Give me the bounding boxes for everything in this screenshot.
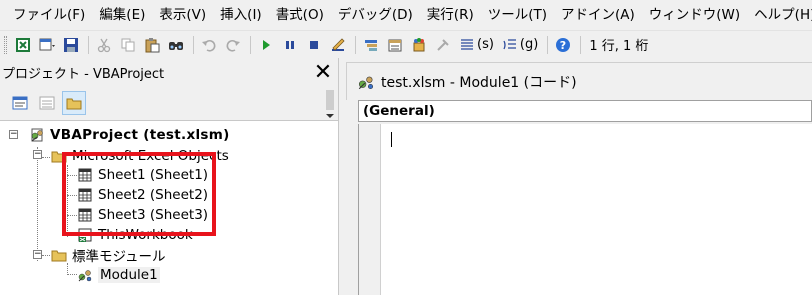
design-mode-icon[interactable] (327, 34, 349, 56)
tree-node-vbaproject[interactable]: VBAProject (test.xlsm) (28, 125, 230, 145)
code-window-title: test.xlsm - Module1 (コード) (381, 74, 577, 91)
toolbar-separator (193, 35, 194, 54)
menu-format[interactable]: 書式(O) (269, 0, 331, 30)
module-icon (76, 267, 94, 283)
toolbox-icon[interactable] (432, 34, 454, 56)
project-explorer-icon[interactable] (360, 34, 382, 56)
tree-line (42, 157, 50, 158)
folder-icon (50, 247, 68, 263)
view-code-icon[interactable] (8, 91, 32, 115)
object-browser-icon[interactable] (408, 34, 430, 56)
view-object-icon[interactable] (35, 91, 59, 115)
toolbar-separator (547, 35, 549, 54)
expander-excel-objects[interactable]: − (33, 150, 42, 159)
project-explorer-scrollbar[interactable] (322, 86, 338, 120)
highlight-box (62, 152, 216, 236)
save-icon[interactable] (60, 34, 82, 56)
close-icon[interactable]: ✕ (312, 60, 334, 85)
menu-edit[interactable]: 編集(E) (92, 0, 152, 30)
stop-icon[interactable] (303, 34, 325, 56)
toolbar-separator (580, 35, 582, 54)
object-dropdown[interactable]: (General) (358, 100, 812, 122)
undo-icon[interactable] (198, 34, 220, 56)
code-editor[interactable] (358, 124, 812, 295)
tree-node-module1[interactable]: Module1 (76, 265, 160, 285)
project-explorer-toolbar (0, 86, 338, 120)
tree-label-module1: Module1 (98, 267, 160, 283)
project-explorer-title: プロジェクト - VBAProject (2, 66, 165, 82)
menu-debug[interactable]: デバッグ(D) (331, 0, 420, 30)
pane-splitter[interactable] (338, 58, 346, 295)
menu-bar: ファイル(F) 編集(E) 表示(V) 挿入(I) 書式(O) デバッグ(D) … (0, 0, 812, 30)
excel-view-icon[interactable] (12, 34, 34, 56)
menu-run[interactable]: 実行(R) (420, 0, 481, 30)
pause-icon[interactable] (279, 34, 301, 56)
next-bookmark-button[interactable]: (g) (499, 34, 541, 56)
toggle-folders-icon[interactable] (62, 91, 86, 115)
code-margin-indicator-bar[interactable] (359, 124, 381, 295)
cut-icon[interactable] (93, 34, 115, 56)
module-icon (357, 74, 375, 90)
menu-view[interactable]: 表示(V) (152, 0, 213, 30)
expander-modules[interactable]: − (33, 250, 42, 259)
toolbar-grip[interactable] (4, 35, 7, 54)
toolbar-separator (355, 35, 356, 54)
run-icon[interactable] (255, 34, 277, 56)
copy-icon[interactable] (117, 34, 139, 56)
menu-addins[interactable]: アドイン(A) (554, 0, 642, 30)
menu-help[interactable]: ヘルプ(H) (747, 0, 812, 30)
redo-icon[interactable] (222, 34, 244, 56)
cursor-position-label: 1 行, 1 桁 (589, 39, 649, 54)
vba-project-icon (28, 127, 46, 143)
menu-file[interactable]: ファイル(F) (6, 0, 92, 30)
bookmark-g-label: (g) (519, 37, 539, 52)
bookmark-s-label: (s) (477, 37, 494, 52)
expander-root[interactable]: − (9, 130, 18, 139)
project-explorer-titlebar: プロジェクト - VBAProject ✕ (0, 58, 338, 86)
tree-label-root: VBAProject (test.xlsm) (50, 127, 230, 143)
toggle-bookmark-button[interactable]: (s) (456, 34, 497, 56)
standard-toolbar: (s) (g) ? 1 行, 1 桁 (0, 30, 812, 58)
menu-window[interactable]: ウィンドウ(W) (642, 0, 747, 30)
tree-label-standard-modules: 標準モジュール (72, 249, 166, 265)
tree-line (42, 255, 50, 256)
insert-userform-icon[interactable] (36, 34, 58, 56)
object-dropdown-value: (General) (363, 103, 435, 119)
svg-text:?: ? (560, 39, 566, 52)
tree-node-standard-modules[interactable]: 標準モジュール (50, 245, 166, 265)
menu-insert[interactable]: 挿入(I) (213, 0, 269, 30)
menu-tools[interactable]: ツール(T) (481, 0, 554, 30)
properties-window-icon[interactable] (384, 34, 406, 56)
text-caret (391, 132, 392, 147)
toolbar-separator (88, 35, 89, 54)
find-icon[interactable] (165, 34, 187, 56)
toolbar-separator (250, 35, 251, 54)
paste-icon[interactable] (141, 34, 163, 56)
help-icon[interactable]: ? (552, 34, 574, 56)
code-window-titlebar: test.xlsm - Module1 (コード) (346, 62, 812, 100)
